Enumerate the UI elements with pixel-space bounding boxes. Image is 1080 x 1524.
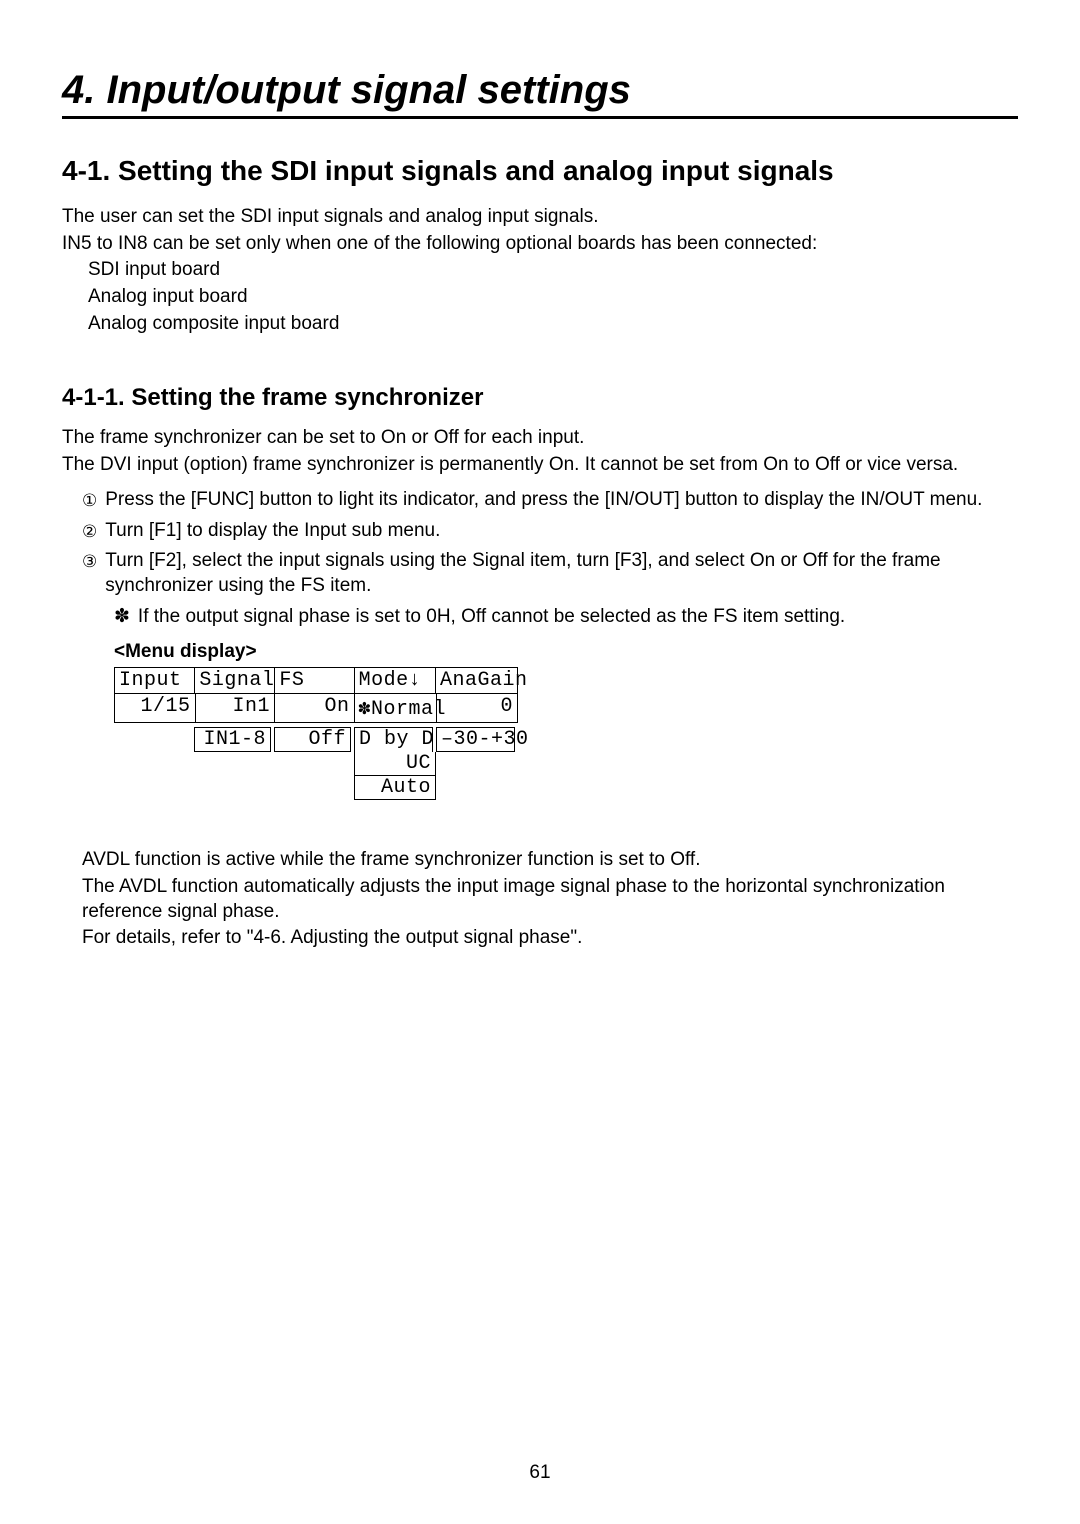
menu-mode-auto-row: Auto — [114, 776, 518, 800]
intro-p2: IN5 to IN8 can be set only when one of t… — [62, 232, 1018, 257]
intro-item-2: Analog input board — [62, 285, 1018, 310]
menu-range-mode: D by D — [354, 727, 433, 752]
menu-header-mode: Mode↓ — [354, 668, 435, 693]
menu-display-label: <Menu display> — [62, 641, 1018, 663]
menu-value-input: 1/15 — [115, 694, 195, 722]
intro-item-1: SDI input board — [62, 258, 1018, 283]
menu-range-row: IN1-8 Off D by D –30-+30 — [114, 727, 518, 752]
step-1-text: Press the [FUNC] button to light its ind… — [105, 488, 982, 513]
menu-header-signal: Signal — [194, 668, 274, 693]
fs-p1: The frame synchronizer can be set to On … — [62, 426, 1018, 451]
fs-note: ✽ If the output signal phase is set to 0… — [62, 605, 1018, 630]
menu-mode-uc-row: UC — [114, 752, 518, 776]
fs-p2: The DVI input (option) frame synchronize… — [62, 453, 1018, 478]
menu-value-mode: ✽Normal — [354, 694, 436, 722]
circled-number-icon: ③ — [82, 550, 97, 574]
menu-header-row: Input Signal FS Mode↓ AnaGain — [114, 667, 518, 693]
step-2-text: Turn [F1] to display the Input sub menu. — [105, 519, 440, 544]
menu-range-anagain: –30-+30 — [436, 727, 515, 752]
menu-header-anagain: AnaGain — [435, 668, 517, 693]
intro-item-3: Analog composite input board — [62, 312, 1018, 337]
subsection-title: 4-1-1. Setting the frame synchronizer — [62, 384, 1018, 412]
asterisk-icon: ✽ — [114, 605, 130, 629]
menu-header-fs: FS — [274, 668, 353, 693]
page-number: 61 — [0, 1462, 1080, 1484]
avdl-p3: For details, refer to "4-6. Adjusting th… — [82, 926, 1018, 951]
step-2: ② Turn [F1] to display the Input sub men… — [62, 519, 1018, 544]
menu-range-fs: Off — [274, 727, 351, 752]
menu-display: Input Signal FS Mode↓ AnaGain 1/15 In1 O… — [114, 667, 1018, 800]
step-1: ① Press the [FUNC] button to light its i… — [62, 488, 1018, 513]
intro-p1: The user can set the SDI input signals a… — [62, 205, 1018, 230]
avdl-p2: The AVDL function automatically adjusts … — [82, 875, 1018, 924]
menu-value-row: 1/15 In1 On ✽Normal 0 — [114, 693, 518, 723]
menu-mode-uc: UC — [354, 752, 436, 776]
menu-range-signal: IN1-8 — [194, 727, 271, 752]
avdl-p1: AVDL function is active while the frame … — [82, 848, 1018, 873]
section-title: 4-1. Setting the SDI input signals and a… — [62, 155, 1018, 187]
chapter-title: 4. Input/output signal settings — [62, 68, 1018, 119]
menu-mode-auto: Auto — [354, 776, 436, 800]
step-3: ③ Turn [F2], select the input signals us… — [62, 549, 1018, 598]
menu-value-signal: In1 — [195, 694, 275, 722]
menu-value-fs: On — [274, 694, 354, 722]
step-3-text: Turn [F2], select the input signals usin… — [105, 549, 1018, 598]
menu-value-anagain: 0 — [436, 694, 517, 722]
circled-number-icon: ① — [82, 489, 97, 513]
circled-number-icon: ② — [82, 520, 97, 544]
menu-header-input: Input — [115, 668, 194, 693]
fs-note-text: If the output signal phase is set to 0H,… — [138, 605, 845, 630]
